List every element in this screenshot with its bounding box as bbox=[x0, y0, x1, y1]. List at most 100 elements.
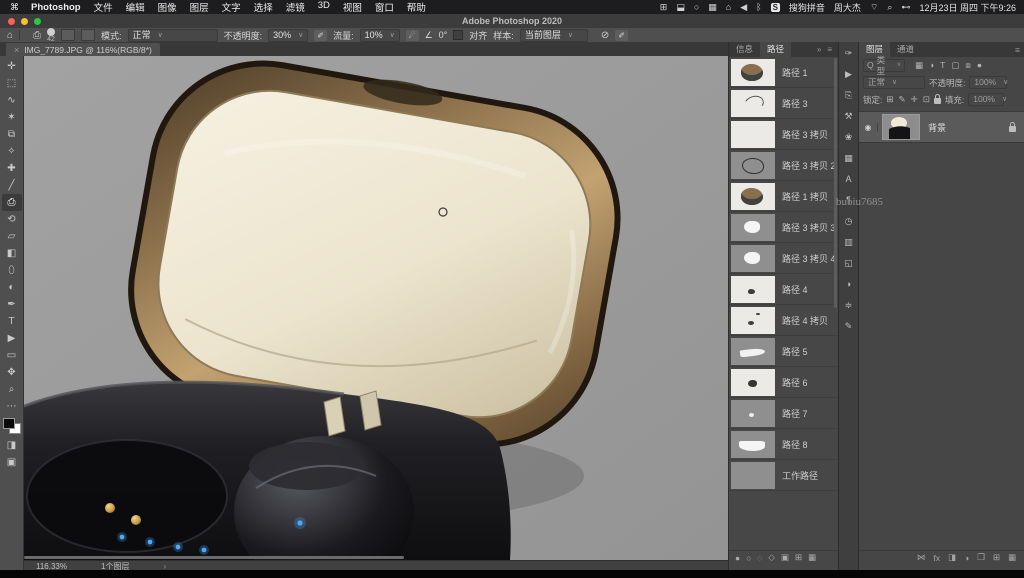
path-label[interactable]: 路径 3 拷贝 2 bbox=[782, 159, 836, 172]
tool-preset-icon[interactable]: ⎙ bbox=[33, 30, 41, 41]
launchpad-icon[interactable]: ⊞ bbox=[660, 2, 668, 13]
path-row[interactable]: 工作路径 bbox=[729, 460, 838, 491]
path-label[interactable]: 路径 4 拷贝 bbox=[782, 314, 828, 327]
path-thumbnail[interactable] bbox=[731, 183, 775, 210]
tab-channels[interactable]: 通道 bbox=[890, 42, 921, 57]
toggle-brush-panel-button[interactable] bbox=[81, 29, 95, 41]
menu-item[interactable]: 3D bbox=[318, 0, 330, 14]
path-row[interactable]: 路径 1 bbox=[729, 57, 838, 88]
menu-item[interactable]: 视图 bbox=[343, 0, 362, 14]
path-thumbnail[interactable] bbox=[731, 214, 775, 241]
smart-object-filter-icon[interactable]: ⧈ bbox=[965, 60, 970, 71]
spotlight-icon[interactable]: ⌕ bbox=[887, 2, 892, 13]
path-row[interactable]: 路径 6 bbox=[729, 367, 838, 398]
tab-paths[interactable]: 路径 bbox=[760, 42, 791, 57]
layer-opacity-select[interactable]: 100% bbox=[969, 76, 1007, 89]
styles-panel-icon[interactable]: ✎ bbox=[841, 318, 857, 334]
healing-brush-tool[interactable]: ✚ bbox=[2, 160, 22, 177]
volume-icon[interactable]: ◀ bbox=[740, 2, 747, 13]
menu-item[interactable]: 窗口 bbox=[375, 0, 394, 14]
path-label[interactable]: 路径 8 bbox=[782, 438, 808, 451]
menu-item[interactable]: 滤镜 bbox=[286, 0, 305, 14]
add-mask-icon[interactable]: ▣ bbox=[781, 552, 789, 563]
path-label[interactable]: 路径 3 拷贝 bbox=[782, 128, 828, 141]
actions-panel-icon[interactable]: ▶ bbox=[841, 66, 857, 82]
quick-mask-button[interactable]: ◨ bbox=[2, 437, 22, 454]
edit-toolbar[interactable]: ⋯ bbox=[2, 398, 22, 415]
path-selection-tool[interactable]: ▶ bbox=[2, 330, 22, 347]
filter-toggle[interactable]: ● bbox=[977, 60, 982, 71]
magic-wand-tool[interactable]: ✶ bbox=[2, 109, 22, 126]
pixel-filter-icon[interactable]: ▦ bbox=[915, 60, 923, 71]
screen-mode-button[interactable]: ▣ bbox=[2, 454, 22, 471]
toggle-brush-settings-button[interactable] bbox=[61, 29, 75, 41]
display-icon[interactable]: ⬓ bbox=[676, 2, 685, 13]
close-tab-icon[interactable]: × bbox=[14, 45, 19, 55]
path-thumbnail[interactable] bbox=[731, 152, 775, 179]
sogou-input-icon[interactable]: S bbox=[771, 3, 780, 12]
path-row[interactable]: 路径 3 bbox=[729, 88, 838, 119]
path-row[interactable]: 路径 4 拷贝 bbox=[729, 305, 838, 336]
tab-info[interactable]: 信息 bbox=[729, 42, 760, 57]
dodge-tool[interactable]: ◐ bbox=[2, 279, 22, 296]
opacity-select[interactable]: 30% bbox=[268, 29, 308, 42]
add-mask-icon[interactable]: ◨ bbox=[948, 552, 956, 563]
menubar-username[interactable]: 周大杰 bbox=[834, 1, 861, 14]
stroke-path-icon[interactable]: ○ bbox=[746, 553, 751, 563]
menubar-clock[interactable]: 12月23日 周四 下午9:26 bbox=[919, 1, 1016, 14]
home-icon[interactable]: ⌂ bbox=[726, 2, 731, 13]
lasso-tool[interactable]: ∿ bbox=[2, 92, 22, 109]
histogram-panel-icon[interactable]: ▥ bbox=[841, 234, 857, 250]
adjustments-panel-icon[interactable]: ◑ bbox=[841, 276, 857, 292]
delete-path-icon[interactable]: ▦ bbox=[808, 552, 816, 563]
new-group-icon[interactable]: ❐ bbox=[977, 552, 985, 563]
lock-pixels-icon[interactable]: ✎ bbox=[899, 94, 906, 105]
path-thumbnail[interactable] bbox=[731, 90, 775, 117]
character-panel-icon[interactable]: A bbox=[841, 171, 857, 187]
layer-name[interactable]: 背景 bbox=[928, 121, 946, 134]
canvas-area[interactable] bbox=[24, 56, 728, 560]
bluetooth-icon[interactable]: ᛒ bbox=[756, 2, 761, 13]
horizontal-scrollbar[interactable] bbox=[24, 556, 404, 559]
layer-blend-mode-select[interactable]: 正常 bbox=[863, 76, 925, 89]
menu-item[interactable]: 文字 bbox=[222, 0, 241, 14]
brush-tool[interactable]: ╱ bbox=[2, 177, 22, 194]
home-screen-button[interactable]: ⌂ bbox=[7, 30, 13, 41]
path-label[interactable]: 路径 3 拷贝 4 bbox=[782, 252, 836, 265]
paths-scrollbar[interactable] bbox=[834, 58, 837, 308]
sample-select[interactable]: 当前图层 bbox=[520, 29, 588, 42]
path-thumbnail[interactable] bbox=[731, 431, 775, 458]
path-thumbnail[interactable] bbox=[731, 338, 775, 365]
brush-angle-value[interactable]: 0° bbox=[439, 30, 448, 40]
adjustment-filter-icon[interactable]: ◑ bbox=[929, 60, 934, 71]
aligned-checkbox[interactable] bbox=[453, 30, 463, 40]
libraries-panel-icon[interactable]: ▦ bbox=[841, 150, 857, 166]
path-label[interactable]: 路径 4 bbox=[782, 283, 808, 296]
hand-tool[interactable]: ✥ bbox=[2, 364, 22, 381]
fill-select[interactable]: 100% bbox=[968, 93, 1004, 106]
path-row[interactable]: 路径 4 bbox=[729, 274, 838, 305]
path-thumbnail[interactable] bbox=[731, 121, 775, 148]
path-label[interactable]: 路径 7 bbox=[782, 407, 808, 420]
path-label[interactable]: 路径 1 bbox=[782, 66, 808, 79]
opacity-pressure-button[interactable]: ✐ bbox=[314, 30, 327, 41]
color-swatches[interactable] bbox=[3, 418, 21, 434]
layer-row-background[interactable]: ◉ 背景 bbox=[859, 111, 1024, 143]
adjustment-layer-icon[interactable]: ◑ bbox=[964, 553, 969, 563]
ignore-adjustment-layers-button[interactable]: ⊘ bbox=[601, 30, 609, 41]
brush-preset-picker[interactable]: 42 bbox=[47, 28, 55, 43]
path-label[interactable]: 路径 5 bbox=[782, 345, 808, 358]
history-brush-tool[interactable]: ⟲ bbox=[2, 211, 22, 228]
path-row[interactable]: 路径 3 拷贝 2 bbox=[729, 150, 838, 181]
lock-artboard-icon[interactable]: ⊡ bbox=[923, 94, 930, 105]
menu-item[interactable]: 帮助 bbox=[407, 0, 426, 14]
path-label[interactable]: 路径 3 拷贝 3 bbox=[782, 221, 836, 234]
path-label[interactable]: 路径 1 拷贝 bbox=[782, 190, 828, 203]
blur-tool[interactable]: ⬯ bbox=[2, 262, 22, 279]
path-row[interactable]: 路径 3 拷贝 4 bbox=[729, 243, 838, 274]
wifi-icon[interactable]: ⌔ bbox=[870, 2, 878, 13]
layers-panel-menu-icon[interactable]: ≡ bbox=[1015, 45, 1020, 55]
flow-select[interactable]: 10% bbox=[360, 29, 400, 42]
circle-app-icon[interactable]: ○ bbox=[694, 2, 699, 13]
path-label[interactable]: 路径 3 bbox=[782, 97, 808, 110]
